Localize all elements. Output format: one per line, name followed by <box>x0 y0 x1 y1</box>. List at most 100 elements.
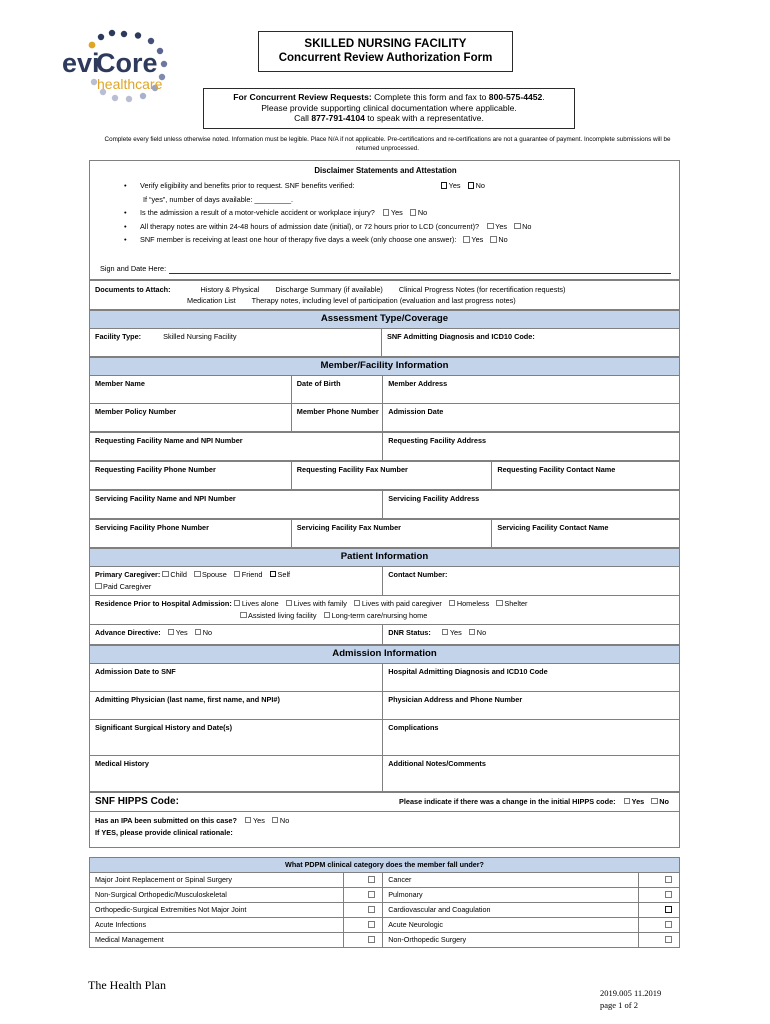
checkbox-icon[interactable] <box>665 891 672 898</box>
checkbox-icon[interactable] <box>368 891 375 898</box>
checkbox-icon[interactable] <box>382 209 390 216</box>
checkbox-icon[interactable] <box>95 582 102 589</box>
checkbox-icon[interactable] <box>323 611 331 618</box>
therapy-notes-yes[interactable]: Yes <box>487 221 507 234</box>
hipps-code-label[interactable]: SNF HIPPS Code: <box>95 796 179 807</box>
checkbox-icon[interactable] <box>271 816 279 823</box>
pdpm-right-checkbox-cell[interactable] <box>637 901 681 918</box>
additional-notes-cell[interactable]: Additional Notes/Comments <box>382 754 680 792</box>
servicing-facility-address-cell[interactable]: Servicing Facility Address <box>382 489 680 519</box>
checkbox-icon[interactable] <box>368 876 375 883</box>
checkbox-icon[interactable] <box>162 570 169 577</box>
checkbox-icon[interactable] <box>167 628 175 635</box>
caregiver-option-spouse[interactable]: Spouse <box>194 570 227 580</box>
pdpm-left-checkbox-cell[interactable] <box>342 931 384 948</box>
checkbox-icon[interactable] <box>244 816 252 823</box>
member-address-cell[interactable]: Member Address <box>382 374 680 404</box>
dnr-status-yes[interactable]: Yes <box>441 628 462 638</box>
date-of-birth-cell[interactable]: Date of Birth <box>290 374 384 404</box>
hipps-change-yes[interactable]: Yes <box>623 797 644 807</box>
servicing-facility-contact-cell[interactable]: Servicing Facility Contact Name <box>491 518 680 548</box>
mva-yes[interactable]: Yes <box>382 207 403 220</box>
physician-address-cell[interactable]: Physician Address and Phone Number <box>382 690 680 720</box>
requesting-facility-fax-cell[interactable]: Requesting Facility Fax Number <box>290 460 493 490</box>
member-phone-number-cell[interactable]: Member Phone Number <box>290 402 384 432</box>
residence-option-lives-alone[interactable]: Lives alone <box>233 599 279 609</box>
checkbox-icon[interactable] <box>514 222 521 229</box>
pdpm-right-checkbox-cell[interactable] <box>637 916 681 933</box>
caregiver-option-friend[interactable]: Friend <box>233 570 262 580</box>
benefits-verified-yes[interactable]: Yes <box>440 180 461 193</box>
advance-directive-yes[interactable]: Yes <box>167 628 188 638</box>
advance-directive-no[interactable]: No <box>194 628 212 638</box>
checkbox-icon[interactable] <box>665 906 672 913</box>
days-available-text[interactable]: If “yes”, number of days available: ____… <box>140 195 293 204</box>
checkbox-icon[interactable] <box>651 797 658 804</box>
pdpm-left-checkbox-cell[interactable] <box>342 916 384 933</box>
checkbox-icon[interactable] <box>368 921 375 928</box>
residence-option-lives-with-family[interactable]: Lives with family <box>285 599 347 609</box>
servicing-facility-fax-cell[interactable]: Servicing Facility Fax Number <box>290 518 493 548</box>
hospital-diagnosis-cell[interactable]: Hospital Admitting Diagnosis and ICD10 C… <box>382 662 680 692</box>
benefits-verified-no[interactable]: No <box>467 180 485 193</box>
checkbox-icon[interactable] <box>233 570 241 577</box>
checkbox-icon[interactable] <box>487 222 494 229</box>
checkbox-icon[interactable] <box>194 628 202 635</box>
medical-history-cell[interactable]: Medical History <box>88 754 384 792</box>
pdpm-left-checkbox-cell[interactable] <box>342 901 384 918</box>
pdpm-right-checkbox-cell[interactable] <box>637 886 681 903</box>
pdpm-right-checkbox-cell[interactable] <box>637 931 681 948</box>
pdpm-left-checkbox-cell[interactable] <box>342 886 384 903</box>
ipa-rationale-label[interactable]: If YES, please provide clinical rational… <box>95 828 674 838</box>
contact-number-cell[interactable]: Contact Number: <box>382 565 680 596</box>
caregiver-option-child[interactable]: Child <box>162 570 187 580</box>
checkbox-icon[interactable] <box>468 628 476 635</box>
pdpm-right-checkbox-cell[interactable] <box>637 871 681 888</box>
checkbox-icon[interactable] <box>463 236 470 243</box>
pdpm-left-checkbox-cell[interactable] <box>342 871 384 888</box>
surgical-history-cell[interactable]: Significant Surgical History and Date(s) <box>88 718 384 756</box>
residence-option-assisted-living[interactable]: Assisted living facility <box>240 611 317 621</box>
complications-cell[interactable]: Complications <box>382 718 680 756</box>
checkbox-icon[interactable] <box>409 209 417 216</box>
checkbox-icon[interactable] <box>490 236 497 243</box>
checkbox-icon[interactable] <box>665 936 672 943</box>
residence-option-long-term-care[interactable]: Long-term care/nursing home <box>323 611 427 621</box>
signature-input-line[interactable] <box>169 265 671 274</box>
checkbox-icon[interactable] <box>665 876 672 883</box>
residence-option-lives-with-paid-caregiver[interactable]: Lives with paid caregiver <box>353 599 442 609</box>
facility-type-cell[interactable]: Facility Type: Skilled Nursing Facility <box>88 327 383 357</box>
caregiver-option-paid-caregiver[interactable]: Paid Caregiver <box>95 582 151 592</box>
checkbox-icon[interactable] <box>440 182 448 189</box>
checkbox-icon[interactable] <box>269 570 277 577</box>
requesting-facility-name-npi-cell[interactable]: Requesting Facility Name and NPI Number <box>88 431 384 461</box>
residence-option-homeless[interactable]: Homeless <box>448 599 489 609</box>
admission-date-cell[interactable]: Admission Date <box>382 402 680 432</box>
checkbox-icon[interactable] <box>623 797 631 804</box>
member-policy-number-cell[interactable]: Member Policy Number <box>89 402 292 432</box>
snf-diagnosis-cell[interactable]: SNF Admitting Diagnosis and ICD10 Code: <box>381 327 680 357</box>
admission-date-snf-cell[interactable]: Admission Date to SNF <box>88 662 384 692</box>
checkbox-icon[interactable] <box>665 921 672 928</box>
admitting-physician-cell[interactable]: Admitting Physician (last name, first na… <box>88 690 384 720</box>
checkbox-icon[interactable] <box>353 599 361 606</box>
checkbox-icon[interactable] <box>496 599 503 606</box>
servicing-facility-name-npi-cell[interactable]: Servicing Facility Name and NPI Number <box>88 489 384 519</box>
ipa-no[interactable]: No <box>271 816 289 826</box>
requesting-facility-contact-cell[interactable]: Requesting Facility Contact Name <box>491 460 680 490</box>
dnr-status-no[interactable]: No <box>468 628 486 638</box>
checkbox-icon[interactable] <box>448 599 456 606</box>
residence-option-shelter[interactable]: Shelter <box>496 599 527 609</box>
checkbox-icon[interactable] <box>233 599 241 606</box>
requesting-facility-phone-cell[interactable]: Requesting Facility Phone Number <box>89 460 292 490</box>
checkbox-icon[interactable] <box>285 599 293 606</box>
therapy-hours-yes[interactable]: Yes <box>463 234 483 247</box>
requesting-facility-address-cell[interactable]: Requesting Facility Address <box>382 431 680 461</box>
servicing-facility-phone-cell[interactable]: Servicing Facility Phone Number <box>89 518 292 548</box>
checkbox-icon[interactable] <box>240 611 247 618</box>
therapy-notes-no[interactable]: No <box>514 221 531 234</box>
checkbox-icon[interactable] <box>368 906 375 913</box>
hipps-change-no[interactable]: No <box>651 797 669 807</box>
checkbox-icon[interactable] <box>368 936 375 943</box>
member-name-cell[interactable]: Member Name <box>89 374 292 404</box>
